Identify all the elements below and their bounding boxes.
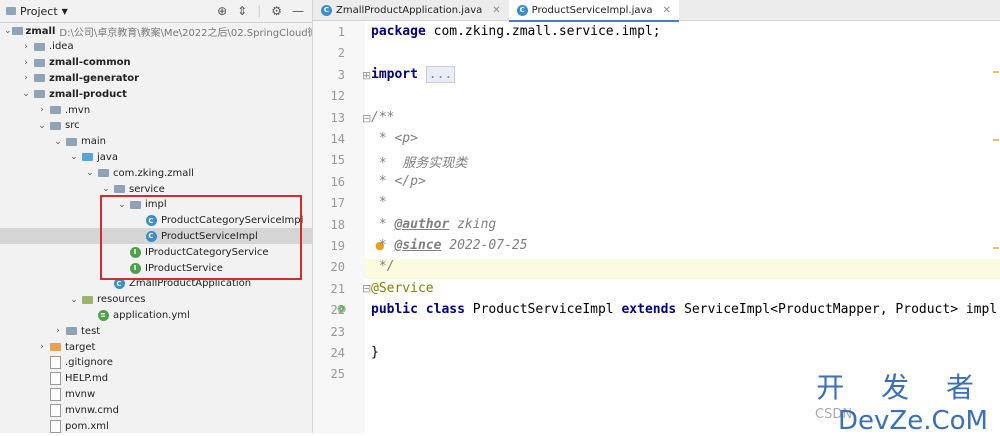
- folder-icon: [32, 88, 46, 100]
- tree-item[interactable]: ⌄ main: [0, 134, 312, 150]
- chevron-down-icon[interactable]: ⌄: [68, 152, 80, 162]
- tree-item-label: target: [65, 341, 96, 353]
- chevron-down-icon[interactable]: ⌄: [52, 137, 64, 147]
- tree-item-label: main: [81, 136, 106, 148]
- yml-file-icon: ≡: [96, 309, 110, 321]
- tab-zmall-product-application[interactable]: C ZmallProductApplication.java ✕: [313, 0, 509, 20]
- spring-bean-icon[interactable]: ❁: [337, 303, 346, 316]
- tree-item[interactable]: ⌄ com.zking.zmall: [0, 165, 312, 181]
- folder-icon: [48, 104, 62, 116]
- project-path: D:\公司\卓京教育\教案\Me\2022之后\02.SpringCloud微服: [59, 27, 313, 39]
- tree-item[interactable]: › .idea: [0, 39, 312, 55]
- tree-item-label: java: [97, 151, 118, 163]
- tree-item-label: zmall-common: [49, 57, 131, 69]
- tree-item-label: pom.xml: [65, 420, 109, 432]
- tree-item-label: .idea: [49, 41, 74, 53]
- tree-item[interactable]: ⌄ zmall-product: [0, 86, 312, 102]
- tree-item[interactable]: pom.xml: [0, 418, 312, 433]
- tree-item-label: HELP.md: [65, 373, 109, 385]
- project-panel: Project ▼ ⊕ ⇕ | ⚙ — ⌄ zmall D:\公司\卓京教育\教案\…: [0, 0, 313, 433]
- chevron-down-icon[interactable]: ⌄: [84, 168, 96, 178]
- folder-icon: [32, 41, 46, 53]
- chevron-right-icon[interactable]: ›: [36, 105, 48, 115]
- project-folder-icon: [6, 7, 16, 15]
- tree-item-label: .mvn: [65, 104, 91, 116]
- separator: |: [257, 4, 262, 18]
- tree-item[interactable]: › zmall-generator: [0, 70, 312, 86]
- tab-product-service-impl[interactable]: C ProductServiceImpl.java ✕: [508, 0, 679, 22]
- tree-item[interactable]: ⌄ src: [0, 118, 312, 134]
- file-icon: [48, 403, 62, 417]
- file-icon: [48, 372, 62, 386]
- tree-item-label: src: [65, 120, 80, 132]
- folder-icon: [11, 25, 23, 37]
- tree-item-label: .gitignore: [65, 357, 113, 369]
- tree-item[interactable]: › zmall-common: [0, 55, 312, 71]
- line-gutter: 1 2 3 12 13 14 15 16 17 18 19 20 21 22 2…: [313, 21, 385, 433]
- tree-item-label: service: [129, 183, 165, 195]
- chevron-down-icon[interactable]: ⌄: [100, 184, 112, 194]
- chevron-down-icon[interactable]: ⌄: [4, 26, 12, 36]
- tree-item-label: zmall-generator: [49, 72, 140, 84]
- tree-item[interactable]: mvnw: [0, 386, 312, 402]
- editor-tabs: C ZmallProductApplication.java ✕ C Produ…: [313, 0, 1000, 22]
- source-folder-icon: [80, 151, 94, 163]
- tree-item-label: mvnw.cmd: [65, 404, 120, 416]
- folder-icon: [64, 136, 78, 148]
- chevron-right-icon[interactable]: ›: [20, 58, 32, 68]
- collapse-all-icon[interactable]: ⇕: [237, 4, 247, 18]
- highlight-box: [100, 195, 302, 280]
- folder-icon: [112, 183, 126, 195]
- chevron-down-icon[interactable]: ⌄: [68, 295, 80, 305]
- file-icon: [48, 356, 62, 370]
- tree-item[interactable]: › .mvn: [0, 102, 312, 118]
- chevron-down-icon: ▼: [61, 6, 68, 16]
- chevron-down-icon[interactable]: ⌄: [20, 89, 32, 99]
- folder-icon: [32, 72, 46, 84]
- tree-item[interactable]: HELP.md: [0, 371, 312, 387]
- folder-icon: [96, 167, 110, 179]
- chevron-down-icon[interactable]: ⌄: [36, 121, 48, 131]
- tree-item[interactable]: .gitignore: [0, 355, 312, 371]
- tree-item-label: test: [81, 325, 101, 337]
- chevron-right-icon[interactable]: ›: [20, 73, 32, 83]
- hide-icon[interactable]: —: [292, 4, 304, 18]
- tree-item[interactable]: ⌄ resources: [0, 292, 312, 308]
- tree-item-label: mvnw: [65, 388, 96, 400]
- file-icon: [48, 419, 62, 433]
- resources-folder-icon: [80, 294, 94, 306]
- tree-item[interactable]: › target: [0, 339, 312, 355]
- close-icon[interactable]: ✕: [492, 5, 500, 16]
- gear-icon[interactable]: ⚙: [271, 4, 282, 18]
- tree-item[interactable]: ⌄ java: [0, 149, 312, 165]
- tree-item[interactable]: ≡ application.yml: [0, 307, 312, 323]
- file-icon: [48, 387, 62, 401]
- tree-item-label: resources: [97, 294, 146, 306]
- project-title: Project: [20, 4, 58, 18]
- folder-icon: [64, 325, 78, 337]
- folder-icon: [48, 341, 62, 353]
- close-icon[interactable]: ✕: [663, 5, 671, 16]
- chevron-right-icon[interactable]: ›: [52, 326, 64, 336]
- tree-item-label: zmall: [25, 25, 56, 37]
- tree-item[interactable]: › test: [0, 323, 312, 339]
- class-icon: C: [321, 4, 332, 16]
- tree-item-label: application.yml: [113, 309, 190, 321]
- class-icon: C: [516, 4, 528, 16]
- tree-item-label: com.zking.zmall: [113, 167, 194, 179]
- locate-icon[interactable]: ⊕: [217, 4, 227, 18]
- folded-imports[interactable]: ...: [425, 66, 456, 83]
- chevron-right-icon[interactable]: ›: [36, 342, 48, 352]
- tree-item[interactable]: ⌄ zmall D:\公司\卓京教育\教案\Me\2022之后\02.SpringC…: [0, 23, 312, 39]
- chevron-right-icon[interactable]: ›: [20, 42, 32, 52]
- project-dropdown[interactable]: Project ▼: [0, 5, 68, 18]
- error-stripe: [992, 21, 1000, 433]
- devze-watermark: 开 发 者 DevZe.CoM: [816, 371, 988, 436]
- tree-item-label: zmall-product: [49, 88, 127, 100]
- tree-item[interactable]: mvnw.cmd: [0, 402, 312, 418]
- folder-icon: [32, 57, 46, 69]
- project-panel-header: Project ▼ ⊕ ⇕ | ⚙ —: [0, 0, 312, 23]
- folder-icon: [48, 120, 62, 132]
